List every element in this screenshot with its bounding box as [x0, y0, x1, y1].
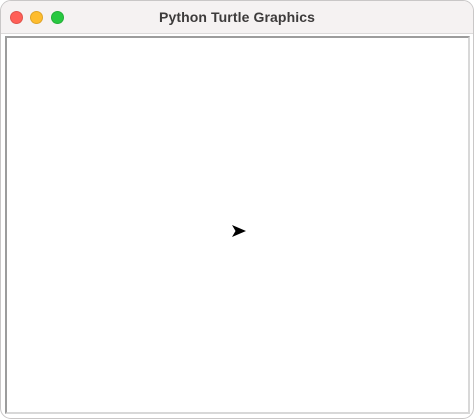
turtle-window: Python Turtle Graphics — [0, 0, 474, 419]
canvas-frame — [5, 36, 470, 414]
window-title: Python Turtle Graphics — [159, 9, 315, 25]
turtle-arrow-icon — [232, 225, 246, 237]
title-bar[interactable]: Python Turtle Graphics — [1, 1, 473, 34]
turtle-canvas[interactable] — [7, 38, 468, 412]
